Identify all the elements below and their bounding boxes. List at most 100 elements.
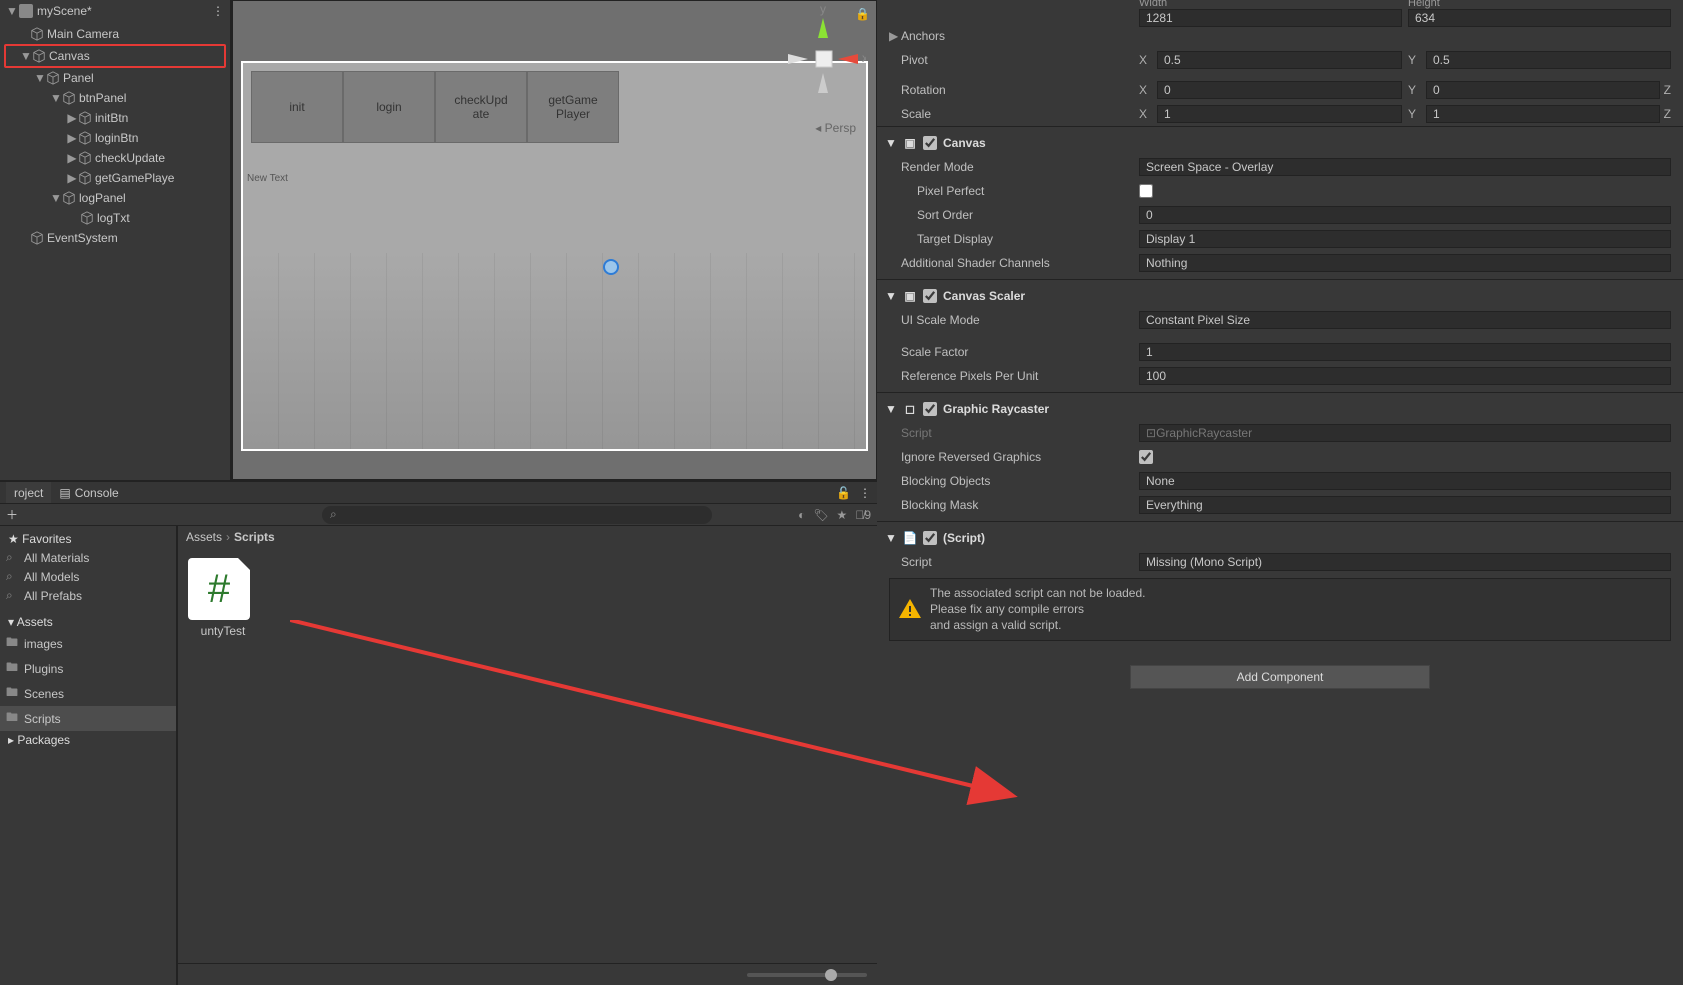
scale-factor-field[interactable]: 1 xyxy=(1139,343,1671,361)
tab-project[interactable]: roject xyxy=(6,482,51,503)
search-icon: ⌕ xyxy=(330,507,337,522)
canvas-scaler-header[interactable]: ▼▣ Canvas Scaler xyxy=(877,284,1683,308)
pivot-y-field[interactable]: 0.5 xyxy=(1426,51,1671,69)
ui-scale-mode-dropdown[interactable]: Constant Pixel Size xyxy=(1139,311,1671,329)
axis-x-label: x xyxy=(862,51,866,65)
sort-order-field[interactable]: 0 xyxy=(1139,206,1671,224)
target-display-dropdown[interactable]: Display 1 xyxy=(1139,230,1671,248)
kebab-menu-icon[interactable]: ⋮ xyxy=(212,4,224,18)
script-icon: 📄 xyxy=(901,530,919,546)
favorite-all-materials[interactable]: ⌕All Materials xyxy=(0,548,176,567)
add-component-button[interactable]: Add Component xyxy=(1130,665,1430,689)
inspector-panel: Width 1281 Height 634 ▶Anchors Pivot X0.… xyxy=(877,0,1683,985)
foldout-icon[interactable]: ▼ xyxy=(50,91,62,105)
foldout-icon[interactable]: ▶ xyxy=(66,171,78,185)
preview-button-login: login xyxy=(343,71,435,143)
console-icon: ▤ xyxy=(59,486,70,500)
pivot-label: Pivot xyxy=(889,53,1139,67)
tab-console[interactable]: ▤Console xyxy=(51,482,126,503)
blocking-mask-dropdown[interactable]: Everything xyxy=(1139,496,1671,514)
foldout-icon[interactable]: ▼ xyxy=(50,191,62,205)
script-enabled-checkbox[interactable] xyxy=(923,531,937,545)
canvas-preview: init login checkUpd ate getGame Player N… xyxy=(241,61,868,451)
graphic-raycaster-header[interactable]: ▼◻ Graphic Raycaster xyxy=(877,397,1683,421)
canvas-scaler-enabled-checkbox[interactable] xyxy=(923,289,937,303)
breadcrumb-assets[interactable]: Assets xyxy=(186,530,222,544)
hierarchy-item-logtxt[interactable]: logTxt xyxy=(0,208,230,228)
folder-scenes[interactable]: 🖿Scenes xyxy=(0,681,176,706)
gameobject-icon xyxy=(32,49,46,63)
favorite-all-models[interactable]: ⌕All Models xyxy=(0,567,176,586)
missing-script-header[interactable]: ▼📄 (Script) xyxy=(877,526,1683,550)
render-mode-dropdown[interactable]: Screen Space - Overlay xyxy=(1139,158,1671,176)
filter-by-label-icon[interactable]: 🏷 xyxy=(813,508,828,522)
folder-plugins[interactable]: 🖿Plugins xyxy=(0,656,176,681)
missing-script-field[interactable]: Missing (Mono Script) xyxy=(1139,553,1671,571)
project-folder-tree: ★ Favorites ⌕All Materials ⌕All Models ⌕… xyxy=(0,526,178,985)
hierarchy-item-panel[interactable]: ▼ Panel xyxy=(0,68,230,88)
canvas-icon: ▣ xyxy=(901,135,919,151)
blocking-objects-dropdown[interactable]: None xyxy=(1139,472,1671,490)
projection-label[interactable]: ◂ Persp xyxy=(815,121,856,135)
gameobject-icon xyxy=(62,191,76,205)
gameobject-icon xyxy=(62,91,76,105)
assets-header[interactable]: ▾ Assets xyxy=(0,613,176,631)
scale-y-field[interactable]: 1 xyxy=(1426,105,1660,123)
hierarchy-item-canvas[interactable]: ▼ Canvas xyxy=(6,46,224,66)
foldout-icon[interactable]: ▶ xyxy=(66,131,78,145)
filter-by-type-icon[interactable]: ◐ xyxy=(798,508,805,522)
ignore-reversed-checkbox[interactable] xyxy=(1139,450,1153,464)
scene-view[interactable]: 🔒 init login checkUpd ate getGame Player… xyxy=(232,0,877,480)
gameobject-icon xyxy=(46,71,60,85)
foldout-icon: ▼ xyxy=(6,4,16,18)
scene-camera-icon xyxy=(603,259,619,275)
kebab-menu-icon[interactable]: ⋮ xyxy=(859,486,871,500)
foldout-icon[interactable]: ▼ xyxy=(34,71,46,85)
folder-scripts[interactable]: 🖿Scripts xyxy=(0,706,176,731)
favorites-header[interactable]: ★ Favorites xyxy=(0,530,176,548)
reference-pixels-field[interactable]: 100 xyxy=(1139,367,1671,385)
rotation-y-field[interactable]: 0 xyxy=(1426,81,1660,99)
gameobject-icon xyxy=(78,111,92,125)
width-field[interactable]: 1281 xyxy=(1139,9,1402,27)
hierarchy-scene-header[interactable]: ▼ myScene* ⋮ xyxy=(0,0,230,22)
anchors-foldout[interactable]: ▶Anchors xyxy=(877,24,1683,48)
hierarchy-item-logpanel[interactable]: ▼ logPanel xyxy=(0,188,230,208)
folder-images[interactable]: 🖿images xyxy=(0,631,176,656)
favorite-star-icon[interactable]: ★ xyxy=(837,508,848,522)
additional-channels-dropdown[interactable]: Nothing xyxy=(1139,254,1671,272)
foldout-icon[interactable]: ▶ xyxy=(66,111,78,125)
canvas-enabled-checkbox[interactable] xyxy=(923,136,937,150)
project-search-input[interactable]: ⌕ xyxy=(322,506,712,524)
packages-header[interactable]: ▸ Packages xyxy=(0,731,176,749)
pixel-perfect-checkbox[interactable] xyxy=(1139,184,1153,198)
orientation-gizmo[interactable]: y x xyxy=(780,3,866,103)
favorite-all-prefabs[interactable]: ⌕All Prefabs xyxy=(0,586,176,605)
pivot-x-field[interactable]: 0.5 xyxy=(1157,51,1402,69)
grid-size-slider[interactable] xyxy=(747,973,867,977)
graphic-raycaster-enabled-checkbox[interactable] xyxy=(923,402,937,416)
lock-icon[interactable]: 🔓 xyxy=(836,486,851,500)
gameobject-icon xyxy=(78,131,92,145)
add-icon[interactable]: ＋ xyxy=(6,506,18,523)
hierarchy-item-loginbtn[interactable]: ▶ loginBtn xyxy=(0,128,230,148)
asset-grid[interactable]: # untyTest xyxy=(178,548,877,963)
gameobject-icon xyxy=(78,171,92,185)
gameobject-icon xyxy=(30,231,44,245)
asset-untytest[interactable]: # untyTest xyxy=(188,558,258,638)
hierarchy-item-eventsystem[interactable]: EventSystem xyxy=(0,228,230,248)
hierarchy-item-getgameplayer[interactable]: ▶ getGamePlaye xyxy=(0,168,230,188)
hierarchy-item-btnpanel[interactable]: ▼ btnPanel xyxy=(0,88,230,108)
height-field[interactable]: 634 xyxy=(1408,9,1671,27)
hierarchy-item-checkupdate[interactable]: ▶ checkUpdate xyxy=(0,148,230,168)
canvas-component-header[interactable]: ▼▣ Canvas xyxy=(877,131,1683,155)
hierarchy-item-initbtn[interactable]: ▶ initBtn xyxy=(0,108,230,128)
breadcrumb-scripts[interactable]: Scripts xyxy=(234,530,275,544)
foldout-icon[interactable]: ▶ xyxy=(66,151,78,165)
preview-button-getgameplayer: getGame Player xyxy=(527,71,619,143)
hidden-toggle-icon[interactable]: 👁̸9 xyxy=(855,508,871,522)
scale-x-field[interactable]: 1 xyxy=(1157,105,1402,123)
foldout-icon[interactable]: ▼ xyxy=(20,49,32,63)
rotation-x-field[interactable]: 0 xyxy=(1157,81,1402,99)
hierarchy-item-main-camera[interactable]: Main Camera xyxy=(0,24,230,44)
